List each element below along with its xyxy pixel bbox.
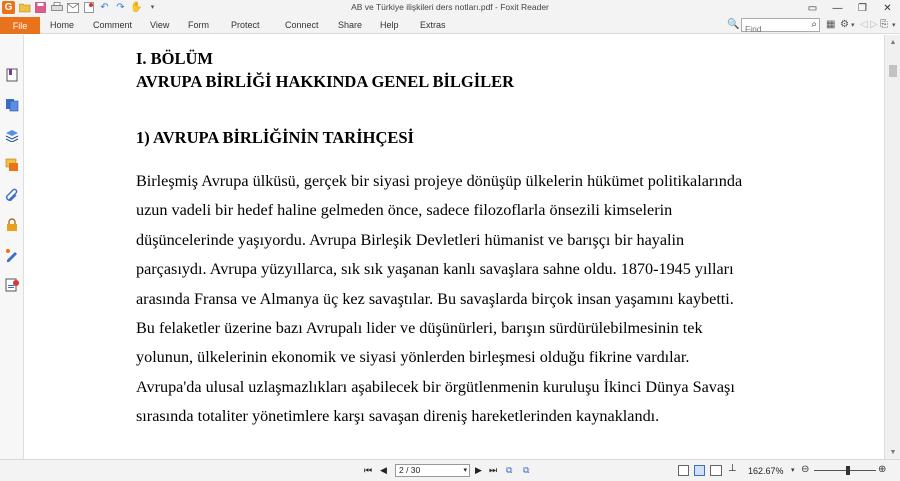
customize-toolbar-icon[interactable]: ▾ — [146, 1, 159, 14]
app-logo-icon[interactable]: G — [2, 1, 15, 14]
quick-access-toolbar: G ↶ ↷ ✋ ▾ — [2, 1, 159, 14]
zoom-slider[interactable] — [814, 470, 876, 471]
maximize-button[interactable]: ❐ — [850, 0, 875, 17]
zoom-dropdown-icon[interactable]: ▾ — [791, 466, 795, 474]
open-icon[interactable] — [18, 1, 31, 14]
zoom-level[interactable]: 162.67% — [748, 466, 784, 476]
attachments-icon[interactable] — [4, 187, 20, 203]
scroll-up-icon[interactable]: ▲ — [885, 35, 900, 49]
gear-icon[interactable]: ⚙ — [840, 19, 849, 30]
next-page-icon[interactable]: ▶ — [475, 465, 482, 476]
minimize-button[interactable]: — — [825, 0, 850, 17]
zoom-slider-thumb[interactable] — [846, 466, 850, 475]
title-bar: G ↶ ↷ ✋ ▾ AB ve Türkiye ilişkileri ders … — [0, 0, 900, 17]
search-input[interactable] — [742, 23, 804, 35]
hand-tool-icon[interactable]: ✋ — [130, 1, 143, 14]
back-icon[interactable]: ◁ — [860, 19, 868, 30]
page-indicator: 2 / 30 — [399, 465, 421, 475]
tab-help[interactable]: Help — [380, 20, 399, 30]
security-icon[interactable] — [4, 217, 20, 233]
chapter-heading: I. BÖLÜM — [136, 49, 214, 68]
document-view[interactable]: I. BÖLÜM AVRUPA BİRLİĞİ HAKKINDA GENEL B… — [25, 35, 884, 459]
pages-icon[interactable] — [4, 97, 20, 113]
continuous-page-icon[interactable] — [694, 465, 705, 476]
paragraph-line: Bu felaketler üzerine bazı Avrupalı lide… — [136, 319, 703, 337]
info-icon[interactable] — [4, 277, 20, 293]
tab-form[interactable]: Form — [188, 20, 209, 30]
foxit-reader-window: G ↶ ↷ ✋ ▾ AB ve Türkiye ilişkileri ders … — [0, 0, 900, 481]
tab-comment[interactable]: Comment — [93, 20, 132, 30]
forward-icon[interactable]: ▷ — [870, 19, 878, 30]
grid-icon[interactable]: ▦ — [826, 19, 835, 30]
window-controls: ▭ — ❐ ✕ — [800, 0, 900, 17]
paragraph-line: düşüncelerinde yaşıyordu. Avrupa Birleşi… — [136, 231, 685, 249]
paragraph-line: arasında Fransa ve Almanya üç kez savaşt… — [136, 290, 734, 308]
zoom-out-icon[interactable]: ⊖ — [801, 464, 809, 475]
first-page-icon[interactable]: ⏮ — [364, 465, 372, 476]
section-title: 1) AVRUPA BİRLİĞİNİN TARİHÇESİ — [136, 128, 414, 147]
paragraph-line: parçasıydı. Avrupa yüzyıllarca, sık sık … — [136, 260, 734, 278]
single-page-icon[interactable] — [678, 465, 689, 476]
tab-share[interactable]: Share — [338, 20, 362, 30]
tab-protect[interactable]: Protect — [231, 20, 260, 30]
chapter-title: AVRUPA BİRLİĞİ HAKKINDA GENEL BİLGİLER — [136, 72, 515, 91]
status-bar: ⏮ ◀ 2 / 30 ▾ ▶ ⏭ ⧉ ⧉ ⊥ 162.67% ▾ ⊖ ⊕ — [0, 459, 900, 481]
next-view-icon[interactable]: ⧉ — [523, 465, 529, 476]
tab-view[interactable]: View — [150, 20, 169, 30]
tab-file[interactable]: File — [0, 17, 40, 34]
page-number-field[interactable]: 2 / 30 ▾ — [395, 464, 470, 477]
page-dropdown-icon[interactable]: ▾ — [463, 465, 467, 476]
sidebar-toggle-icon[interactable]: ⎘ — [880, 19, 888, 30]
scroll-thumb[interactable] — [889, 65, 897, 77]
paragraph-line: Avrupa'da ulusal uzlaşmazlıkları aşabile… — [136, 378, 735, 396]
restore-ribbon-icon[interactable]: ▭ — [800, 0, 825, 17]
previous-page-icon[interactable]: ◀ — [380, 465, 387, 476]
fit-width-icon[interactable]: ⊥ — [728, 463, 737, 474]
ribbon-tabs: File Home Comment View Form Protect Conn… — [0, 17, 900, 35]
search-icon[interactable]: ⌕ — [811, 19, 817, 30]
gear-dropdown-icon[interactable]: ▾ — [851, 21, 855, 29]
paragraph-line: sırasında totaliter yönetimlere karşı sa… — [136, 407, 660, 425]
navigation-panel — [0, 35, 24, 459]
vertical-scrollbar[interactable]: ▲ ▼ — [884, 35, 900, 459]
email-icon[interactable] — [66, 1, 79, 14]
bookmark-icon[interactable] — [4, 67, 20, 83]
toggle-dropdown-icon[interactable]: ▾ — [892, 21, 896, 29]
redo-icon[interactable]: ↷ — [114, 1, 127, 14]
previous-view-icon[interactable]: ⧉ — [506, 465, 512, 476]
tab-extras[interactable]: Extras — [420, 20, 446, 30]
comments-icon[interactable] — [4, 157, 20, 173]
find-options-icon[interactable]: 🔍 — [727, 19, 739, 30]
paragraph-line: Birleşmiş Avrupa ülküsü, gerçek bir siya… — [136, 172, 743, 190]
tab-home[interactable]: Home — [50, 20, 74, 30]
tab-connect[interactable]: Connect — [285, 20, 319, 30]
layers-icon[interactable] — [4, 127, 20, 143]
close-button[interactable]: ✕ — [875, 0, 900, 17]
paragraph-line: uzun vadeli bir hedef haline gelmeden ön… — [136, 201, 673, 219]
new-document-icon[interactable] — [82, 1, 95, 14]
save-icon[interactable] — [34, 1, 47, 14]
pdf-page: I. BÖLÜM AVRUPA BİRLİĞİ HAKKINDA GENEL B… — [25, 35, 884, 459]
facing-page-icon[interactable] — [710, 465, 722, 476]
signature-icon[interactable] — [4, 247, 20, 263]
paragraph-line: yolunun, ülkelerinin ekonomik ve siyasi … — [136, 348, 690, 366]
undo-icon[interactable]: ↶ — [98, 1, 111, 14]
last-page-icon[interactable]: ⏭ — [489, 465, 497, 476]
print-icon[interactable] — [50, 1, 63, 14]
search-field[interactable]: ⌕ — [741, 18, 820, 35]
zoom-in-icon[interactable]: ⊕ — [878, 464, 886, 475]
scroll-down-icon[interactable]: ▼ — [885, 445, 900, 459]
